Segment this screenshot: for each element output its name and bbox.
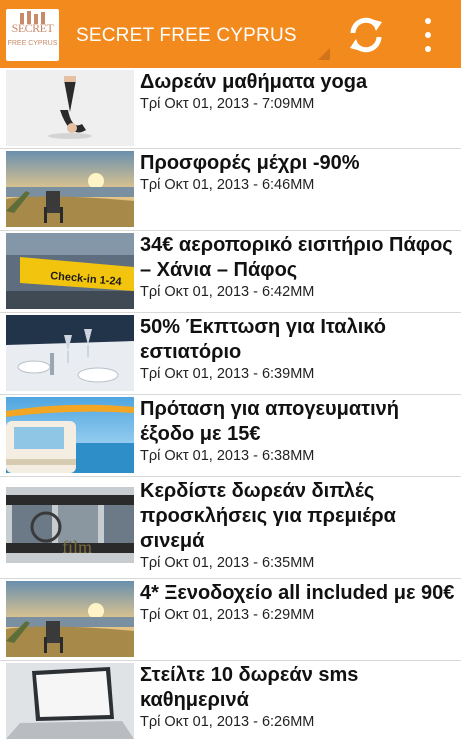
- list-item[interactable]: 50% Έκπτωση για Ιταλικό εστιατόριο Τρί Ο…: [0, 313, 461, 395]
- list-item[interactable]: Πρόταση για απογευματινή έξοδο με 15€ Τρ…: [0, 395, 461, 477]
- van-thumbnail: [6, 397, 134, 473]
- logo-text: SECRET: [11, 21, 54, 35]
- film-thumbnail: film: [6, 487, 134, 563]
- restaurant-thumbnail: [6, 315, 134, 391]
- app-logo[interactable]: SECRET FREE CYPRUS: [6, 9, 59, 61]
- app-bar: SECRET FREE CYPRUS SECRET FREE CYPRUS: [0, 0, 461, 68]
- title-corner-decoration: [318, 48, 330, 60]
- list-item[interactable]: Δωρεάν μαθήματα yoga Τρί Οκτ 01, 2013 - …: [0, 68, 461, 149]
- refresh-icon[interactable]: [347, 16, 385, 54]
- menu-dot: [425, 32, 431, 38]
- item-date: Τρί Οκτ 01, 2013 - 6:42MM: [140, 284, 315, 300]
- list-item[interactable]: 4* Ξενοδοχείο all included με 90€ Τρί Οκ…: [0, 579, 461, 661]
- checkin-thumbnail: Check-in 1-24: [6, 233, 134, 309]
- item-title: 4* Ξενοδοχείο all included με 90€: [140, 582, 455, 604]
- item-date: Τρί Οκτ 01, 2013 - 6:39MM: [140, 366, 315, 382]
- app-title: SECRET FREE CYPRUS: [76, 25, 297, 46]
- item-date: Τρί Οκτ 01, 2013 - 7:09MM: [140, 96, 315, 112]
- logo-subtext: FREE CYPRUS: [7, 40, 58, 47]
- item-title: Στείλτε 10 δωρεάν sms καθημερινά: [140, 664, 359, 711]
- list-item[interactable]: Στείλτε 10 δωρεάν sms καθημερινά Τρί Οκτ…: [0, 661, 461, 743]
- menu-dot: [425, 18, 431, 24]
- item-title: Πρόταση για απογευματινή έξοδο με 15€: [140, 398, 400, 445]
- item-date: Τρί Οκτ 01, 2013 - 6:29MM: [140, 607, 315, 623]
- offers-list: Δωρεάν μαθήματα yoga Τρί Οκτ 01, 2013 - …: [0, 68, 461, 743]
- overflow-menu-icon[interactable]: [414, 14, 442, 56]
- item-date: Τρί Οκτ 01, 2013 - 6:38MM: [140, 448, 315, 464]
- item-date: Τρί Οκτ 01, 2013 - 6:26MM: [140, 714, 315, 730]
- list-item[interactable]: Προσφορές μέχρι -90% Τρί Οκτ 01, 2013 - …: [0, 149, 461, 231]
- item-title: Δωρεάν μαθήματα yoga: [140, 71, 368, 93]
- yoga-thumbnail: [6, 70, 134, 146]
- beach-chair-thumbnail: [6, 581, 134, 657]
- list-item[interactable]: film Κερδίστε δωρεάν διπλές προσκλήσεις …: [0, 477, 461, 579]
- item-title: Προσφορές μέχρι -90%: [140, 152, 360, 174]
- item-title: Κερδίστε δωρεάν διπλές προσκλήσεις για π…: [140, 480, 396, 552]
- item-title: 34€ αεροπορικό εισιτήριο Πάφος – Χάνια –…: [140, 234, 453, 281]
- item-date: Τρί Οκτ 01, 2013 - 6:46MM: [140, 177, 315, 193]
- menu-dot: [425, 46, 431, 52]
- beach-chair-thumbnail: [6, 151, 134, 227]
- item-date: Τρί Οκτ 01, 2013 - 6:35MM: [140, 555, 315, 571]
- film-word-text: film: [62, 537, 92, 557]
- item-title: 50% Έκπτωση για Ιταλικό εστιατόριο: [140, 316, 386, 363]
- list-item[interactable]: Check-in 1-24 34€ αεροπορικό εισιτήριο Π…: [0, 231, 461, 313]
- laptop-thumbnail: [6, 663, 134, 739]
